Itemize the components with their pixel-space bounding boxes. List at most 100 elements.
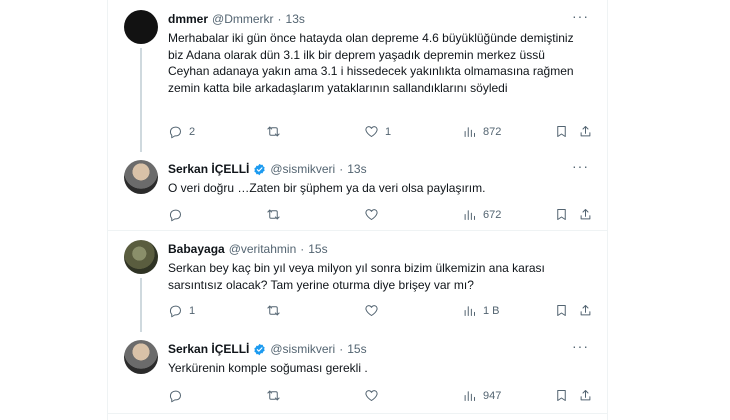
views-button[interactable]: 1 B xyxy=(462,303,500,318)
separator-dot: · xyxy=(277,12,282,26)
tweet[interactable]: Serkan İÇELLİ @sismikveri · 15s ··· Yerk… xyxy=(108,332,607,420)
share-button[interactable] xyxy=(578,303,593,318)
reply-icon xyxy=(169,209,181,222)
verified-badge-icon xyxy=(254,163,266,175)
bookmark-button[interactable] xyxy=(554,388,569,403)
like-button[interactable] xyxy=(364,388,385,403)
like-button[interactable]: 1 xyxy=(364,124,391,139)
retweet-button[interactable] xyxy=(266,207,287,222)
views-icon xyxy=(464,306,475,316)
retweet-button[interactable] xyxy=(266,303,287,318)
author-name[interactable]: Babayaga xyxy=(168,242,225,256)
tweet-header: dmmer @Dmmerkr · 13s xyxy=(168,12,305,26)
author-name[interactable]: dmmer xyxy=(168,12,208,26)
reply-button[interactable]: 2 xyxy=(168,124,195,139)
retweet-icon xyxy=(267,126,280,137)
timestamp[interactable]: 13s xyxy=(347,162,366,176)
action-bar: 672 xyxy=(168,207,591,223)
bookmark-icon xyxy=(557,390,566,401)
author-handle[interactable]: @Dmmerkr xyxy=(212,12,274,26)
timestamp[interactable]: 15s xyxy=(308,242,327,256)
author-handle[interactable]: @veritahmin xyxy=(229,242,297,256)
retweet-icon xyxy=(267,305,280,316)
avatar[interactable] xyxy=(124,10,158,44)
tweet-header: Babayaga @veritahmin · 15s xyxy=(168,242,328,256)
divider xyxy=(108,413,607,414)
like-icon xyxy=(365,209,378,220)
share-icon xyxy=(580,126,591,137)
views-count: 672 xyxy=(483,208,502,221)
action-bar: 2 1 872 xyxy=(168,124,591,140)
avatar[interactable] xyxy=(124,240,158,274)
views-button[interactable]: 672 xyxy=(462,207,501,222)
reply-icon xyxy=(169,390,181,403)
author-handle[interactable]: @sismikveri xyxy=(270,342,335,356)
like-button[interactable] xyxy=(364,303,385,318)
tweet[interactable]: dmmer @Dmmerkr · 13s ··· Merhabalar iki … xyxy=(108,0,607,152)
more-icon[interactable]: ··· xyxy=(572,338,589,354)
bookmark-button[interactable] xyxy=(554,124,569,139)
bookmark-button[interactable] xyxy=(554,207,569,222)
share-icon xyxy=(580,209,591,220)
tweet-header: Serkan İÇELLİ @sismikveri · 15s xyxy=(168,342,367,356)
retweet-button[interactable] xyxy=(266,388,287,403)
share-button[interactable] xyxy=(578,207,593,222)
reply-button[interactable] xyxy=(168,388,189,403)
thread-line xyxy=(140,278,142,332)
reply-icon xyxy=(169,305,181,318)
reply-button[interactable]: 1 xyxy=(168,303,195,318)
thread-line xyxy=(140,48,142,152)
retweet-icon xyxy=(267,390,280,401)
share-button[interactable] xyxy=(578,388,593,403)
verified-badge-icon xyxy=(254,343,266,355)
views-count: 872 xyxy=(483,125,502,138)
like-icon xyxy=(365,390,378,401)
reply-button[interactable] xyxy=(168,207,189,222)
views-icon xyxy=(464,127,475,137)
author-name[interactable]: Serkan İÇELLİ xyxy=(168,342,249,356)
author-name[interactable]: Serkan İÇELLİ xyxy=(168,162,249,176)
share-icon xyxy=(580,390,591,401)
tweet-text: Merhabalar iki gün önce hatayda olan dep… xyxy=(168,31,574,95)
tweet-text: Serkan bey kaç bin yıl veya milyon yıl s… xyxy=(168,261,545,292)
like-button[interactable] xyxy=(364,207,385,222)
share-icon xyxy=(580,305,591,316)
action-bar: 947 xyxy=(168,388,591,404)
share-button[interactable] xyxy=(578,124,593,139)
like-count: 1 xyxy=(385,125,392,138)
like-icon xyxy=(365,305,378,316)
tweet-text: Yerkürenin komple soğuması gerekli . xyxy=(168,361,368,375)
more-icon[interactable]: ··· xyxy=(572,158,589,174)
timeline: dmmer @Dmmerkr · 13s ··· Merhabalar iki … xyxy=(107,0,608,420)
reply-count: 2 xyxy=(189,125,196,138)
bookmark-icon xyxy=(557,305,566,316)
timestamp[interactable]: 15s xyxy=(347,342,366,356)
separator-dot: · xyxy=(339,162,344,176)
reply-icon xyxy=(169,126,181,139)
bookmark-button[interactable] xyxy=(554,303,569,318)
views-count: 1 B xyxy=(483,304,500,317)
reply-count: 1 xyxy=(189,304,196,317)
tweet[interactable]: Serkan İÇELLİ @sismikveri · 13s ··· O ve… xyxy=(108,152,607,232)
views-button[interactable]: 872 xyxy=(462,124,501,139)
views-count: 947 xyxy=(483,389,502,402)
more-icon[interactable]: ··· xyxy=(572,8,589,24)
tweet[interactable]: Babayaga @veritahmin · 15s Serkan bey ka… xyxy=(108,232,607,332)
tweet-text: O veri doğru …Zaten bir şüphem ya da ver… xyxy=(168,181,486,195)
views-icon xyxy=(464,210,475,220)
like-icon xyxy=(365,126,378,137)
avatar[interactable] xyxy=(124,160,158,194)
divider xyxy=(108,230,607,231)
timestamp[interactable]: 13s xyxy=(286,12,305,26)
author-handle[interactable]: @sismikveri xyxy=(270,162,335,176)
avatar[interactable] xyxy=(124,340,158,374)
action-bar: 1 1 B xyxy=(168,303,591,319)
bookmark-icon xyxy=(557,126,566,137)
views-button[interactable]: 947 xyxy=(462,388,501,403)
separator-dot: · xyxy=(339,342,344,356)
views-icon xyxy=(464,391,475,401)
retweet-icon xyxy=(267,209,280,220)
retweet-button[interactable] xyxy=(266,124,287,139)
separator-dot: · xyxy=(300,242,305,256)
tweet-header: Serkan İÇELLİ @sismikveri · 13s xyxy=(168,162,367,176)
